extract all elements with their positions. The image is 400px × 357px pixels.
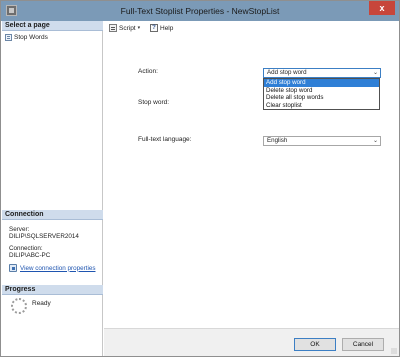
toolbar: Script ▾ ? Help <box>104 21 399 35</box>
chevron-down-icon: ⌄ <box>372 70 378 76</box>
dropdown-option-clear-stoplist[interactable]: Clear stoplist <box>264 102 379 110</box>
connection-properties-icon <box>9 264 17 272</box>
ok-button[interactable]: OK <box>294 338 336 351</box>
cancel-button[interactable]: Cancel <box>342 338 384 351</box>
help-button[interactable]: ? Help <box>150 23 173 33</box>
chevron-down-icon: ⌄ <box>372 138 378 144</box>
chevron-down-icon[interactable]: ▾ <box>138 25 141 31</box>
resize-grip-icon[interactable] <box>391 348 397 354</box>
spinner-icon <box>11 298 27 314</box>
stop-word-label: Stop word: <box>138 99 170 106</box>
view-connection-properties-label: View connection properties <box>20 264 96 272</box>
action-select[interactable]: Add stop word ⌄ <box>263 68 381 78</box>
full-text-language-label: Full-text language: <box>138 136 192 143</box>
server-value: DILIP\SQLSERVER2014 <box>9 233 79 240</box>
script-label: Script <box>119 24 136 32</box>
dropdown-option-add-stop-word[interactable]: Add stop word <box>264 79 379 87</box>
progress-status: Ready <box>32 300 51 307</box>
dropdown-option-delete-all-stop-words[interactable]: Delete all stop words <box>264 94 379 102</box>
page-item-label: Stop Words <box>14 34 48 41</box>
page-item-stop-words[interactable]: Stop Words <box>5 33 48 42</box>
connection-header: Connection <box>2 210 103 220</box>
select-page-header: Select a page <box>2 21 103 31</box>
left-pane: Select a page Stop Words Connection Serv… <box>2 21 103 356</box>
help-icon: ? <box>150 24 158 32</box>
script-icon <box>109 24 117 32</box>
properties-dialog: Full-Text Stoplist Properties - NewStopL… <box>0 0 400 357</box>
language-select-value: English <box>267 137 288 144</box>
title-bar[interactable]: Full-Text Stoplist Properties - NewStopL… <box>1 1 399 21</box>
page-icon <box>5 34 12 41</box>
script-button[interactable]: Script ▾ <box>109 23 140 33</box>
progress-header: Progress <box>2 285 103 295</box>
view-connection-properties-link[interactable]: View connection properties <box>9 264 96 272</box>
language-select[interactable]: English ⌄ <box>263 136 381 146</box>
close-button[interactable]: x <box>369 1 395 15</box>
action-label: Action: <box>138 68 158 75</box>
connection-value: DILIP\ABC-PC <box>9 252 51 259</box>
help-label: Help <box>160 24 174 32</box>
dialog-footer: OK Cancel <box>104 328 399 356</box>
window-title: Full-Text Stoplist Properties - NewStopL… <box>120 6 280 16</box>
dropdown-option-delete-stop-word[interactable]: Delete stop word <box>264 87 379 95</box>
action-dropdown-list[interactable]: Add stop word Delete stop word Delete al… <box>263 78 380 110</box>
progress-indicator: Ready <box>11 298 51 314</box>
action-select-value: Add stop word <box>267 69 307 76</box>
